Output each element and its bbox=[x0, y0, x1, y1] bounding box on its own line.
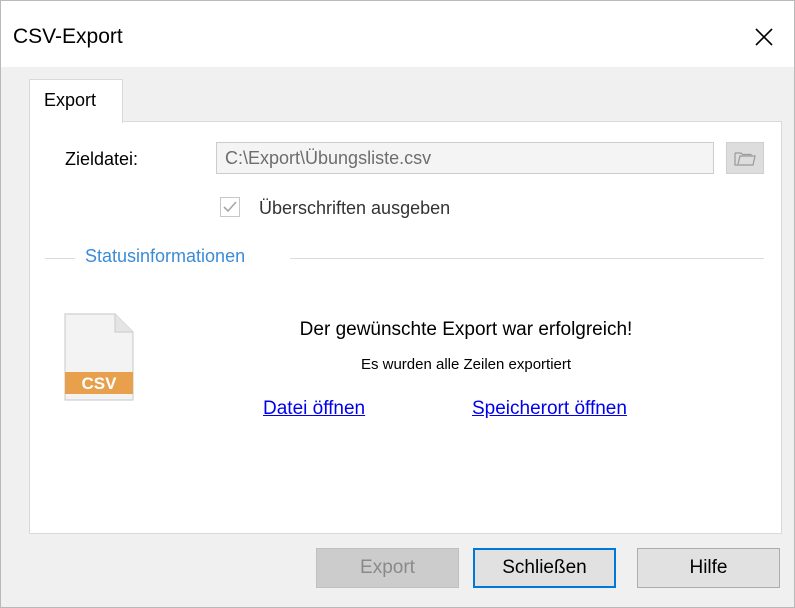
tab-export[interactable]: Export bbox=[29, 79, 123, 123]
open-location-link[interactable]: Speicherort öffnen bbox=[472, 398, 627, 420]
checkmark-icon bbox=[223, 201, 237, 213]
csv-export-dialog: CSV-Export Export Zieldatei: Überschrift… bbox=[0, 0, 795, 608]
status-detail: Es wurden alle Zeilen exportiert bbox=[360, 356, 572, 373]
window-title: CSV-Export bbox=[13, 25, 123, 48]
group-divider-left bbox=[45, 258, 75, 259]
export-button[interactable]: Export bbox=[316, 548, 459, 588]
group-divider-right bbox=[290, 258, 764, 259]
status-group-title: Statusinformationen bbox=[85, 246, 246, 266]
open-file-link[interactable]: Datei öffnen bbox=[263, 398, 365, 420]
tab-export-label: Export bbox=[44, 90, 97, 110]
close-button[interactable] bbox=[734, 15, 794, 59]
headers-checkbox[interactable] bbox=[220, 197, 240, 217]
close-dialog-button[interactable]: Schließen bbox=[473, 548, 616, 588]
help-button[interactable]: Hilfe bbox=[637, 548, 780, 588]
status-message: Der gewünschte Export war erfolgreich! bbox=[299, 319, 633, 340]
headers-checkbox-label: Überschriften ausgeben bbox=[259, 198, 451, 218]
title-bar: CSV-Export bbox=[1, 1, 794, 67]
target-file-input[interactable] bbox=[216, 142, 714, 174]
close-icon bbox=[755, 28, 773, 46]
target-file-label: Zieldatei: bbox=[65, 149, 139, 169]
csv-icon-label: CSV bbox=[82, 374, 118, 393]
browse-button[interactable] bbox=[726, 142, 764, 174]
folder-icon bbox=[734, 152, 756, 166]
